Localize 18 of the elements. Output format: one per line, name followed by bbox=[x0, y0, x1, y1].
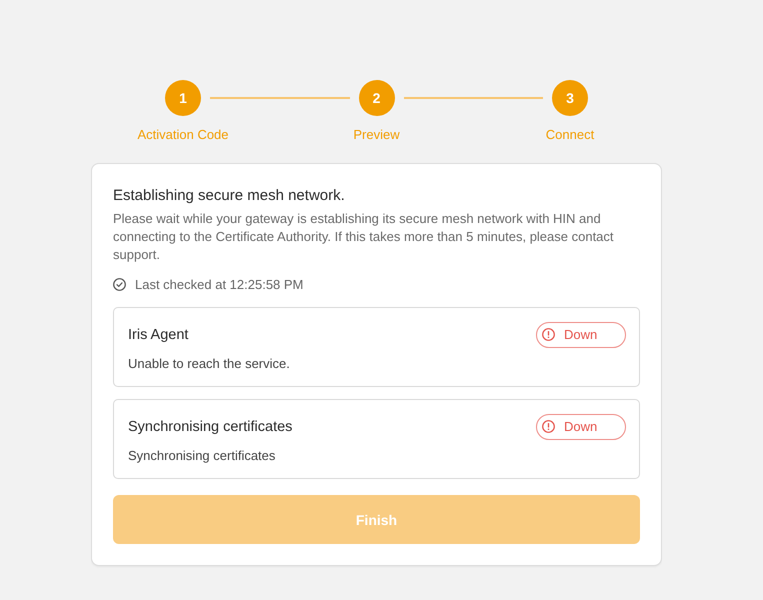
step-number: 2 bbox=[358, 80, 394, 116]
step-number: 1 bbox=[165, 80, 201, 116]
alert-circle-icon bbox=[542, 420, 555, 433]
last-checked-text: Last checked at 12:25:58 PM bbox=[135, 276, 304, 292]
step-number: 3 bbox=[552, 80, 588, 116]
service-name: Synchronising certificates bbox=[128, 418, 292, 434]
card-description: Please wait while your gateway is establishing its secure mesh network with HIN and connecting to the Certificate Authority. If this takes more than 5 minutes, please contact support. bbox=[113, 210, 615, 264]
service-message: Unable to reach the service. bbox=[128, 355, 291, 373]
service-name: Iris Agent bbox=[128, 326, 188, 342]
step-label: Preview bbox=[353, 127, 400, 143]
step-label: Activation Code bbox=[137, 127, 229, 143]
step-label: Connect bbox=[546, 127, 594, 143]
service-message: Synchronising certificates bbox=[128, 447, 276, 465]
status-text: Down bbox=[564, 419, 598, 434]
check-circle-icon bbox=[113, 278, 126, 290]
alert-circle-icon bbox=[542, 328, 555, 341]
card-title: Establishing secure mesh network. bbox=[113, 186, 346, 206]
status-text: Down bbox=[564, 327, 598, 342]
